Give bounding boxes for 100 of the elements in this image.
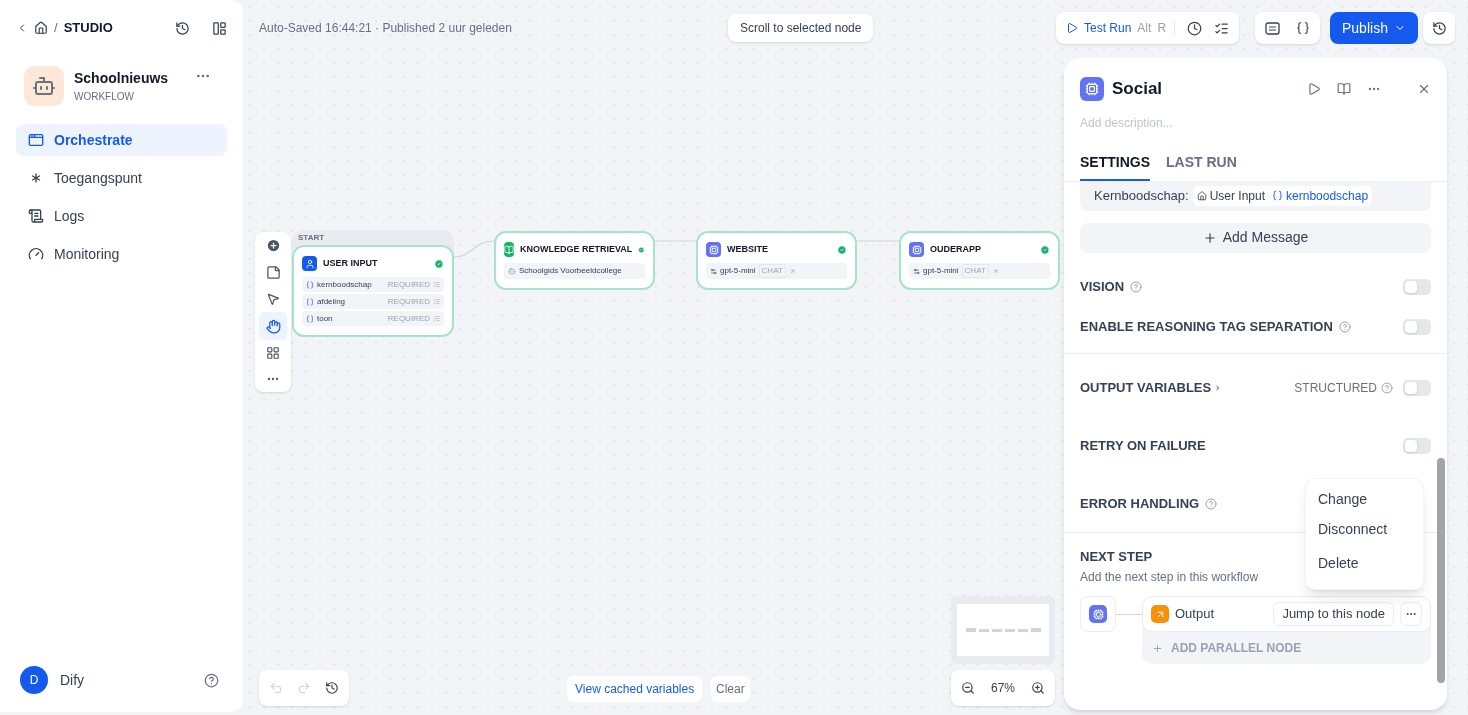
dataset-name: Schoolgids Voorbeeldcollege — [519, 265, 622, 277]
current-node-icon — [1080, 596, 1116, 632]
home-icon — [1196, 190, 1207, 201]
start-node-group[interactable]: START USER INPUT kernboodschap REQUIRED afdeling REQUIRED toon REQUIRED — [292, 230, 454, 337]
toggle-switch[interactable] — [1403, 318, 1431, 335]
success-icon — [434, 258, 444, 269]
panel-title: Social — [1112, 78, 1164, 100]
toggle-switch[interactable] — [1403, 278, 1431, 295]
node-card[interactable]: OUDERAPP gpt-5-mini CHAT — [899, 231, 1060, 290]
setting-label: ERROR HANDLING — [1080, 494, 1200, 513]
run-history-icon[interactable] — [1187, 20, 1203, 36]
shortcut-key: R — [1157, 19, 1167, 37]
variable-name: kernboodschap — [317, 278, 373, 291]
node-type-icon — [909, 242, 924, 257]
clear-button[interactable]: Clear — [711, 676, 750, 702]
variable-name: kernboodschap — [1286, 187, 1369, 205]
variable-icon — [306, 297, 314, 306]
zoom-out-icon[interactable] — [961, 681, 975, 695]
required-label: REQUIRED — [387, 295, 430, 308]
run-icon[interactable] — [1307, 81, 1321, 96]
menu-item[interactable]: Change — [1306, 484, 1423, 515]
test-run-button[interactable]: Test Run — [1066, 19, 1132, 37]
plus-icon — [1202, 230, 1217, 245]
setting-label: ENABLE REASONING TAG SEPARATION — [1080, 317, 1333, 336]
description-field[interactable]: Add description... — [1080, 113, 1431, 132]
add-node-icon[interactable] — [265, 238, 281, 253]
add-message-button[interactable]: Add Message — [1080, 222, 1431, 253]
history-icon — [1431, 20, 1447, 36]
node-type-icon — [504, 242, 514, 257]
hand-icon — [265, 318, 281, 334]
app-name: Schoolnieuws — [74, 69, 170, 88]
zoom-in-icon[interactable] — [1031, 681, 1045, 695]
view-cached-variables-button[interactable]: View cached variables — [567, 676, 703, 702]
add-note-icon[interactable] — [265, 265, 281, 280]
field-type-icon — [433, 298, 440, 305]
model-name: gpt-5-mini — [923, 265, 959, 277]
setting-label: OUTPUT VARIABLES — [1080, 378, 1212, 397]
mode-label: CHAT — [758, 264, 786, 278]
node-card[interactable]: KNOWLEDGE RETRIEVAL Schoolgids Voorbeeldcollege — [494, 231, 655, 290]
app-type: WORKFLOW — [74, 90, 135, 104]
checklist-icon[interactable] — [1214, 20, 1230, 36]
toggle-switch[interactable] — [1403, 379, 1431, 396]
node-card[interactable]: USER INPUT kernboodschap REQUIRED afdeling REQUIRED toon REQUIRED — [292, 245, 454, 337]
setting-label: RETRY ON FAILURE — [1080, 436, 1206, 455]
docs-icon[interactable] — [1337, 81, 1351, 96]
play-icon — [1066, 22, 1078, 34]
node-title: OUDERAPP — [930, 242, 982, 256]
jump-to-node-button[interactable]: Jump to this node — [1273, 602, 1394, 626]
required-label: REQUIRED — [387, 278, 430, 291]
nav-icon — [28, 132, 44, 148]
publish-button[interactable]: Publish — [1330, 12, 1418, 44]
panel-tab[interactable]: LAST RUN — [1166, 151, 1237, 181]
nav-item[interactable]: Toegangspunt — [16, 162, 227, 194]
model-icon — [913, 267, 920, 275]
section-description: Add the next step in this workflow — [1080, 569, 1259, 586]
nav-item[interactable]: Logs — [16, 200, 227, 232]
help-icon[interactable] — [204, 672, 219, 688]
field-type-icon — [433, 315, 440, 322]
variable-icon[interactable] — [1296, 21, 1310, 35]
prompt-field[interactable]: Kernboodschap: User Input kernboodschap — [1080, 180, 1431, 211]
version-history-button[interactable] — [1423, 12, 1455, 44]
organize-icon[interactable] — [266, 346, 280, 360]
next-node-card[interactable]: Output Jump to this node — [1142, 596, 1431, 632]
menu-item[interactable]: Disconnect — [1306, 514, 1423, 545]
user-name: Dify — [60, 670, 86, 690]
node-title: USER INPUT — [323, 256, 379, 270]
node-type-icon — [706, 242, 721, 257]
breadcrumb-title: STUDIO — [63, 19, 114, 38]
nav-item[interactable]: Monitoring — [16, 238, 227, 270]
dataset-icon — [508, 267, 516, 275]
variable-icon — [306, 280, 314, 289]
node-title: KNOWLEDGE RETRIEVAL — [520, 242, 633, 256]
field-type-icon — [433, 281, 440, 288]
variable-name: toon — [317, 312, 334, 325]
prompt-label: Kernboodschap: — [1094, 186, 1189, 205]
node-card[interactable]: WEBSITE gpt-5-mini CHAT — [696, 231, 857, 290]
mode-label: CHAT — [961, 264, 989, 278]
panel-toggle-icon[interactable] — [212, 20, 227, 36]
breadcrumb-separator: / — [54, 19, 58, 38]
node-type-icon — [302, 256, 317, 271]
variable-name: afdeling — [317, 295, 347, 308]
node-title: WEBSITE — [727, 242, 769, 256]
zoom-level[interactable]: 67% — [991, 679, 1015, 697]
pointer-icon[interactable] — [266, 292, 280, 306]
success-icon — [638, 244, 645, 255]
nav-item[interactable]: Orchestrate — [16, 124, 227, 156]
menu-item[interactable]: Delete — [1306, 544, 1423, 583]
history-icon[interactable] — [325, 681, 339, 695]
node-type-icon — [1080, 76, 1104, 101]
model-name: gpt-5-mini — [720, 265, 756, 277]
model-icon — [710, 267, 717, 275]
hand-tool-button[interactable] — [259, 312, 287, 340]
toggle-switch[interactable] — [1403, 437, 1431, 454]
home-icon[interactable] — [34, 21, 48, 35]
scroll-to-node-button[interactable]: Scroll to selected node — [728, 14, 874, 42]
user-avatar[interactable]: D — [20, 666, 48, 694]
variable-icon — [1272, 190, 1284, 201]
required-label: REQUIRED — [387, 312, 430, 325]
plus-icon — [1152, 642, 1163, 654]
setting-label: VISION — [1080, 277, 1125, 296]
